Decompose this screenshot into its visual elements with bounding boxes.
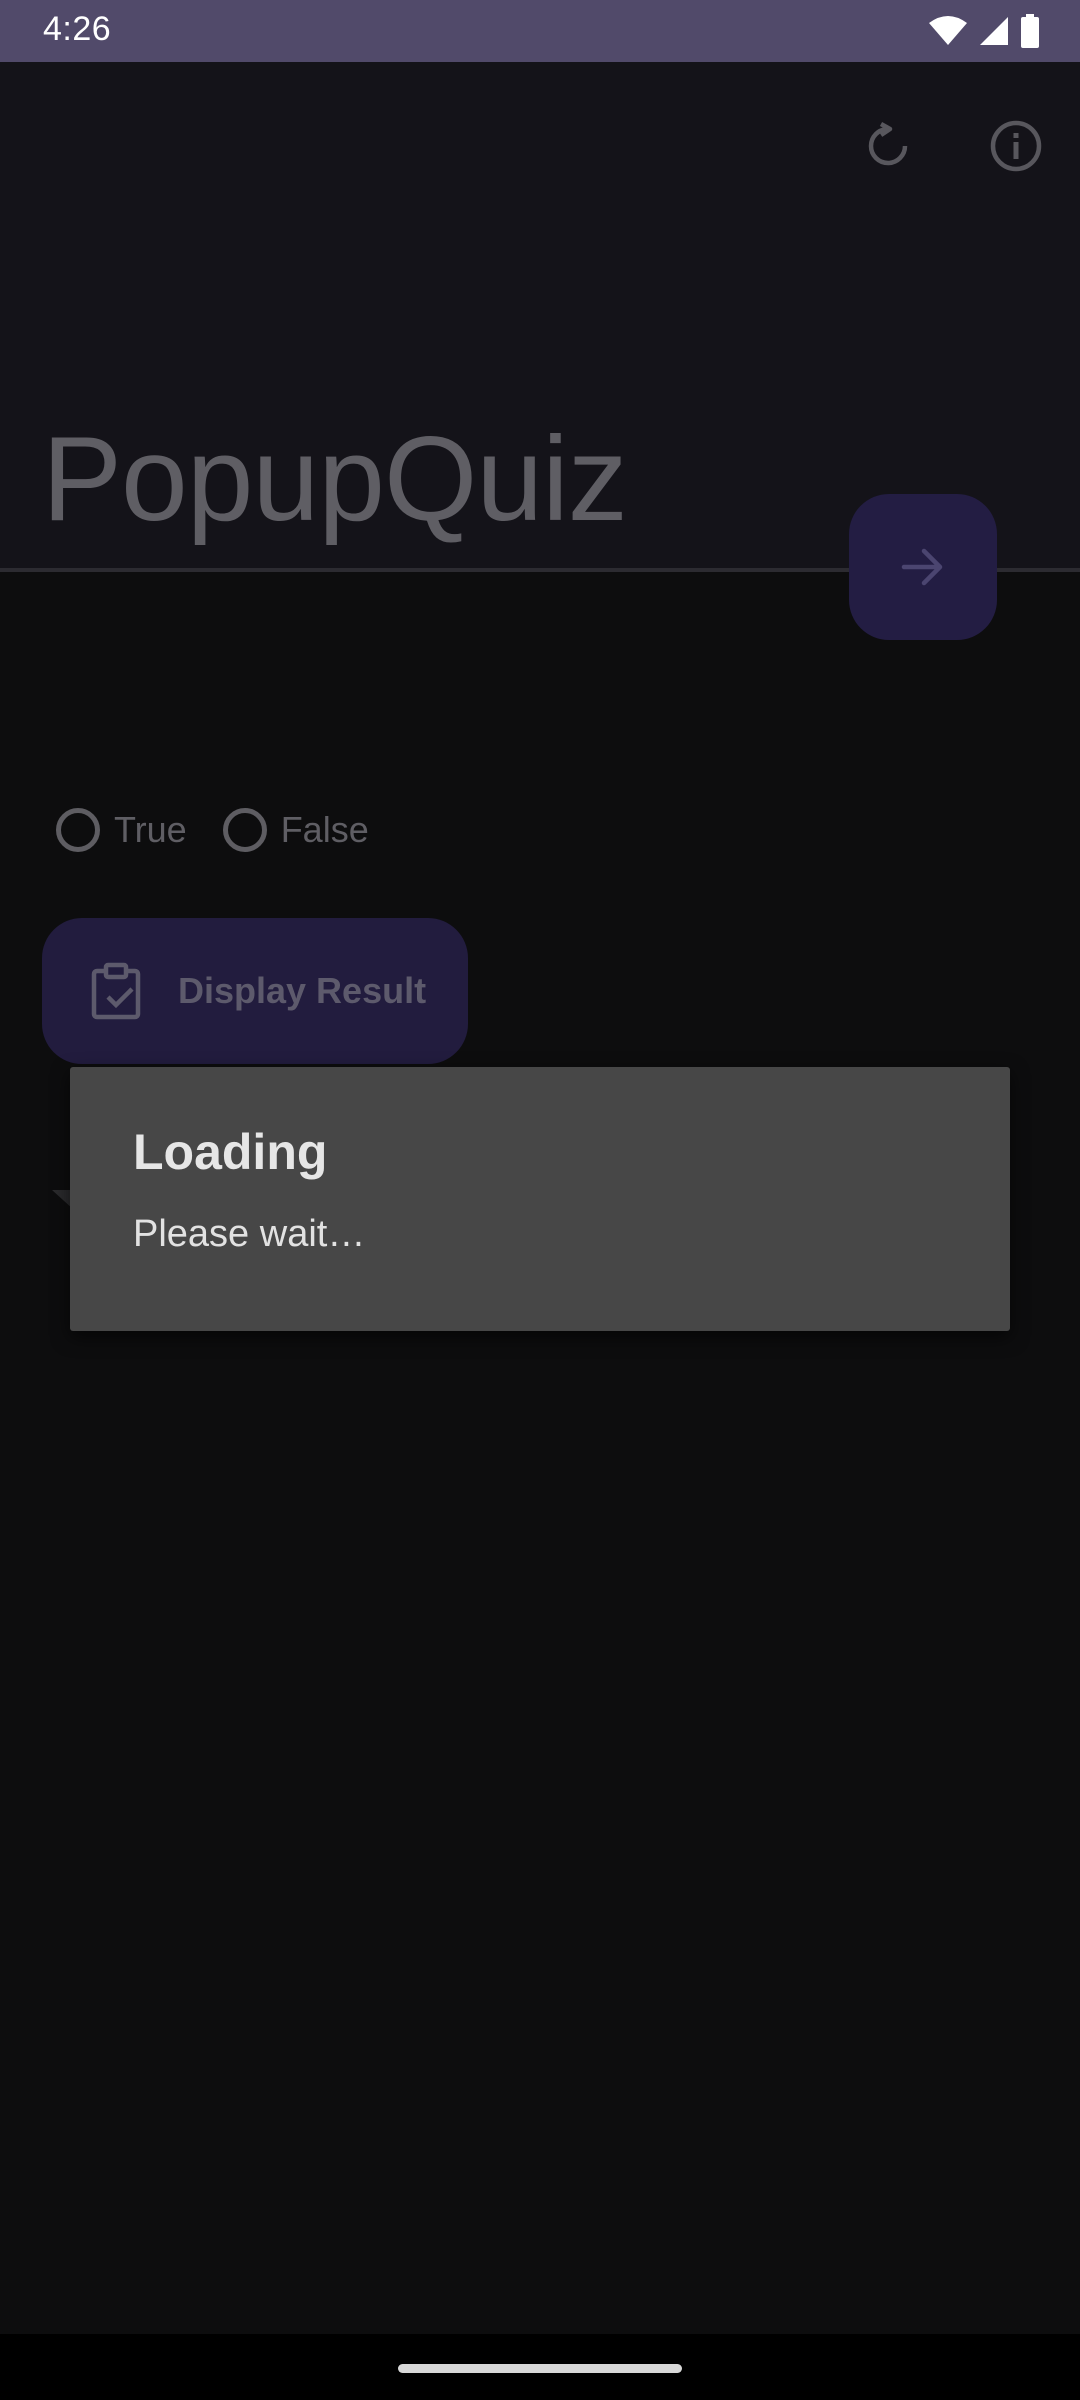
status-icons xyxy=(928,12,1040,50)
wifi-icon xyxy=(929,16,967,45)
display-result-label: Display Result xyxy=(178,970,427,1011)
radio-option-true[interactable]: True xyxy=(56,808,187,852)
radio-option-false[interactable]: False xyxy=(222,808,369,852)
home-indicator[interactable] xyxy=(398,2364,682,2373)
battery-icon xyxy=(1021,14,1039,48)
navigation-bar xyxy=(0,2334,1080,2400)
next-question-button[interactable] xyxy=(849,494,997,640)
status-bar: 4:26 xyxy=(0,0,1080,62)
radio-button[interactable] xyxy=(222,808,267,852)
status-time: 4:26 xyxy=(43,10,112,48)
display-result-button[interactable]: Display Result xyxy=(42,918,468,1064)
dialog-title: Loading xyxy=(133,1124,328,1180)
app-title: PopupQuiz xyxy=(42,412,628,546)
radio-label: False xyxy=(280,809,369,850)
arrow-right-icon xyxy=(901,548,943,586)
radio-label: True xyxy=(114,809,187,850)
dialog-message: Please wait… xyxy=(133,1213,366,1255)
clipboard-check-icon xyxy=(91,962,141,1020)
info-icon xyxy=(990,120,1042,172)
reset-button[interactable] xyxy=(852,110,924,182)
answer-radio-group: True False xyxy=(56,808,405,852)
reset-icon xyxy=(868,122,908,166)
signal-icon xyxy=(980,17,1008,45)
loading-dialog: Loading Please wait… xyxy=(70,1067,1010,1331)
info-button[interactable] xyxy=(980,110,1052,182)
radio-button[interactable] xyxy=(56,808,100,852)
